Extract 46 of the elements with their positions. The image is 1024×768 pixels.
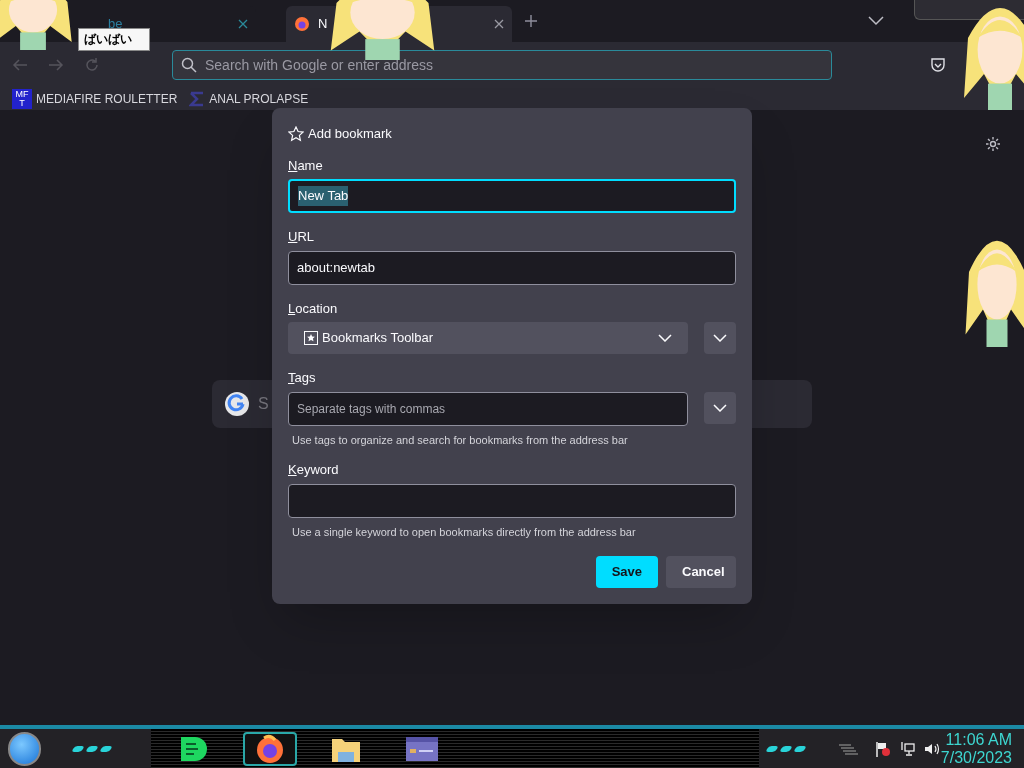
flag-icon[interactable] [874,740,891,757]
hint-text: Use tags to organize and search for bookmarks from the address bar [292,432,629,448]
browser-icon [294,16,310,32]
close-icon[interactable] [494,19,504,29]
hint-text: Use a single keyword to open bookmarks directly from the address bar [292,524,637,540]
input-field[interactable]: about:newtab [288,250,736,285]
field-label: URL [288,228,315,246]
bookmark-icon [189,91,206,107]
start-button[interactable] [8,731,42,766]
google-icon [224,391,250,417]
new-tab-button[interactable] [524,14,538,28]
field-label: Keyword [288,461,340,479]
input-field[interactable]: New Tab [288,179,736,213]
tab-list-button[interactable] [868,16,884,26]
cancel-button[interactable]: Cancel [666,556,736,588]
expand-button[interactable] [704,391,736,424]
settings-icon[interactable] [985,136,1001,152]
lights-icon [73,745,112,752]
dialog-title: Add bookmark [308,125,392,143]
search-icon [181,57,197,73]
tooltip: ばいばい [78,28,150,51]
field-label: Tags [288,369,317,387]
save-button[interactable]: Save [595,556,658,588]
bookmark-icon: MF T [12,89,32,109]
bookmark[interactable]: ANAL PROLAPSE [189,90,309,108]
network-icon[interactable] [898,740,915,757]
pocket-icon[interactable] [930,57,946,73]
caret-icon [658,334,672,342]
close-icon[interactable] [238,19,248,29]
expand-button[interactable] [704,322,736,354]
browser-icon[interactable] [243,731,298,766]
show-desktop-icon[interactable] [836,742,859,755]
address-bar[interactable]: Search with Google or enter address [172,50,832,80]
lights-icon [766,745,805,752]
clock-time[interactable]: 11:06 AM [945,730,1012,749]
caret-icon [713,403,727,412]
field-label: Location [288,299,339,318]
input-field[interactable] [288,483,736,518]
location-dropdown[interactable]: Bookmarks Toolbar [288,322,688,354]
clock-date[interactable]: 7/30/2023 [940,748,1012,767]
input-field[interactable]: Separate tags with commas [288,391,688,426]
bookmark-folder-icon [304,331,318,345]
tab-title: N [318,15,328,34]
field-label: Name [288,156,324,175]
star-icon [288,125,304,142]
caret-icon [713,334,727,342]
